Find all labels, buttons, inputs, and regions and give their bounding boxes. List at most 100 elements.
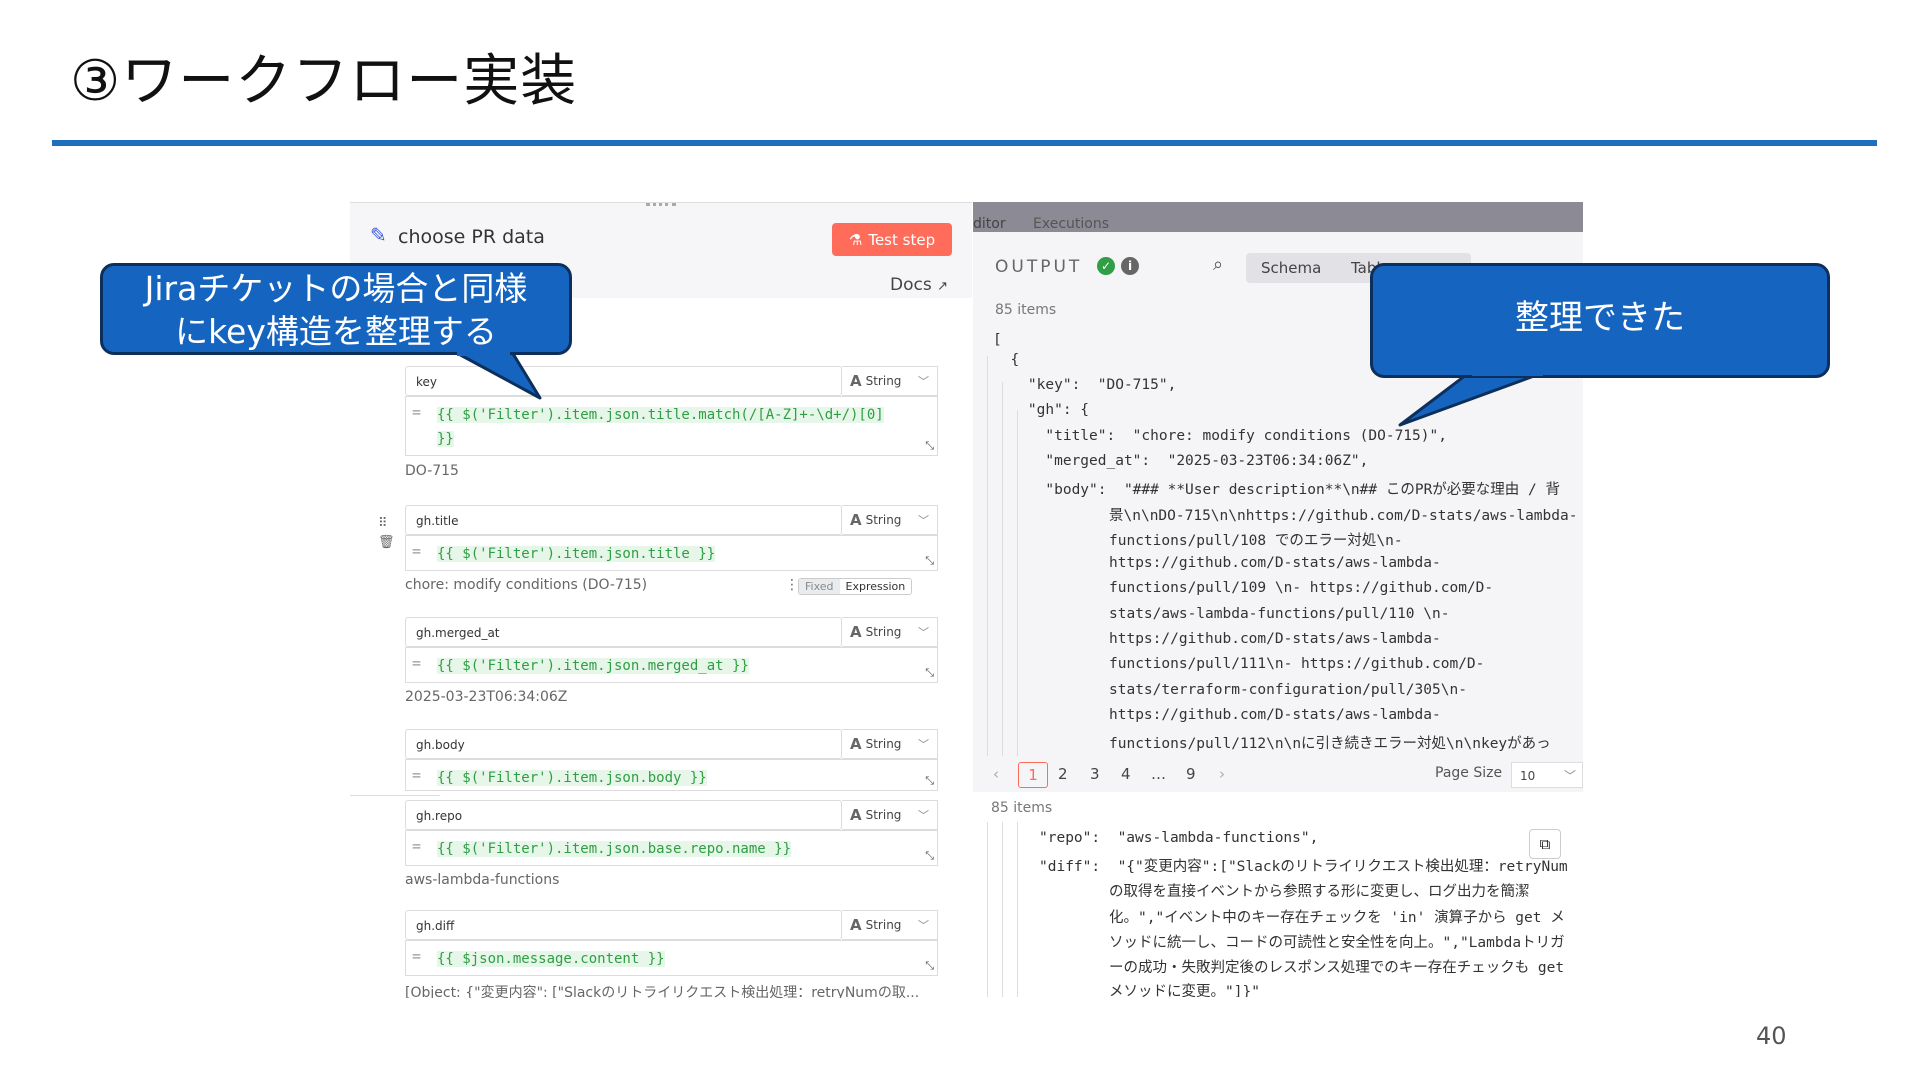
expand-icon[interactable]: ⤡ <box>925 774 934 788</box>
title-underline <box>52 140 1877 146</box>
json-line: stats/terraform-configuration/pull/305\n… <box>1109 682 1467 698</box>
string-type-icon: A <box>850 372 862 390</box>
next-page-icon[interactable]: › <box>1219 765 1225 783</box>
expression-editor[interactable]: = {{ $('Filter').item.json.title }} ⤡ <box>405 535 938 571</box>
field-name-input[interactable]: gh.diff <box>405 910 842 940</box>
node-title[interactable]: choose PR data <box>398 226 545 248</box>
fixed-mode-button[interactable]: Fixed <box>799 579 840 594</box>
string-type-icon: A <box>850 916 862 934</box>
expand-icon[interactable]: ⤡ <box>925 439 934 453</box>
copy-icon: ⧉ <box>1539 835 1551 853</box>
page-button-2[interactable]: 2 <box>1058 765 1068 783</box>
type-label: String <box>865 737 902 751</box>
type-select[interactable]: A String ﹀ <box>842 729 938 759</box>
field-name-input[interactable]: gh.merged_at <box>405 617 842 647</box>
page-button-3[interactable]: 3 <box>1090 765 1100 783</box>
type-label: String <box>865 918 902 932</box>
chevron-down-icon: ﹀ <box>918 919 929 932</box>
string-type-icon: A <box>850 511 862 529</box>
drag-handle-icon[interactable]: ⠿ <box>378 516 388 531</box>
indent-guide <box>1002 822 1003 997</box>
expression-editor[interactable]: = {{ $('Filter').item.json.title.match(/… <box>405 396 938 456</box>
info-icon[interactable]: i <box>1121 257 1139 275</box>
type-select[interactable]: A String ﹀ <box>842 366 938 396</box>
page-ellipsis[interactable]: … <box>1151 765 1166 783</box>
page-button-4[interactable]: 4 <box>1121 765 1131 783</box>
page-button-9[interactable]: 9 <box>1186 765 1196 783</box>
items-count: 85 items <box>991 800 1053 816</box>
more-options-icon[interactable]: ⋮ <box>785 577 799 593</box>
page-size-value: 10 <box>1520 769 1536 783</box>
external-link-icon: ↗ <box>937 279 949 294</box>
page-size-label: Page Size <box>1435 765 1503 781</box>
json-line: https://github.com/D-stats/aws-lambda- <box>1109 555 1441 571</box>
callout-left-seam <box>457 348 510 356</box>
json-line: "body": "### **User description**\n## この… <box>993 482 1560 498</box>
field-result: chore: modify conditions (DO-715) <box>405 577 648 593</box>
string-type-icon: A <box>850 806 862 824</box>
expand-icon[interactable]: ⤡ <box>925 554 934 568</box>
expression-code: {{ $('Filter').item.json.merged_at }} <box>437 654 749 678</box>
json-output-view: [ { "key": "DO-715", "gh": { "title": "c… <box>973 332 1583 756</box>
docs-label: Docs <box>890 275 932 295</box>
search-icon[interactable]: ⌕ <box>1213 254 1223 275</box>
json-line: functions/pull/109 \n- https://github.co… <box>1109 580 1494 596</box>
json-line: https://github.com/D-stats/aws-lambda- <box>1109 707 1441 723</box>
json-line: stats/aws-lambda-functions/pull/110 \n- <box>1109 606 1450 622</box>
page-number: 40 <box>1756 1022 1787 1050</box>
page-size-select[interactable]: 10 ﹀ <box>1511 762 1583 788</box>
expression-line: {{ $('Filter').item.json.title.match(/[A… <box>437 407 884 423</box>
chevron-down-icon: ﹀ <box>918 375 929 388</box>
callout-left-line2: にkey構造を整理する <box>175 312 497 351</box>
expand-icon[interactable]: ⤡ <box>925 849 934 863</box>
trash-icon[interactable]: 🗑 <box>378 535 395 550</box>
expression-editor[interactable]: = {{ $json.message.content }} ⤡ <box>405 940 938 976</box>
panel-drag-grip-icon[interactable] <box>646 203 676 210</box>
field-name-input[interactable]: gh.title <box>405 505 842 535</box>
chevron-down-icon: ﹀ <box>1563 769 1576 783</box>
prev-page-icon[interactable]: ‹ <box>993 765 999 783</box>
chevron-down-icon: ﹀ <box>918 514 929 527</box>
field-result: 2025-03-23T06:34:06Z <box>405 689 568 705</box>
field-name-input[interactable]: gh.repo <box>405 800 842 830</box>
success-check-icon: ✓ <box>1097 257 1115 275</box>
expression-code: {{ $('Filter').item.json.title }} <box>437 542 716 566</box>
expression-line: {{ $('Filter').item.json.base.repo.name … <box>437 841 792 857</box>
type-select[interactable]: A String ﹀ <box>842 800 938 830</box>
expression-editor[interactable]: = {{ $('Filter').item.json.body }} ⤡ <box>405 759 938 791</box>
field-result: DO-715 <box>405 463 459 479</box>
field-result: [Object: {"変更内容": ["Slackのリトライリクエスト検出処理：… <box>405 985 920 998</box>
type-select[interactable]: A String ﹀ <box>842 505 938 535</box>
json-line: の取得を直接イベントから参照する形に変更し、ログ出力を簡潔 <box>1109 884 1530 900</box>
expression-mode-button[interactable]: Expression <box>839 579 912 594</box>
expression-editor[interactable]: = {{ $('Filter').item.json.base.repo.nam… <box>405 830 938 866</box>
json-line: 化。","イベント中のキー存在チェックを 'in' 演算子から get メ <box>1109 910 1565 926</box>
type-select[interactable]: A String ﹀ <box>842 617 938 647</box>
type-select[interactable]: A String ﹀ <box>842 910 938 940</box>
expression-line: {{ $('Filter').item.json.title }} <box>437 546 716 562</box>
tab-editor[interactable]: ditor <box>973 216 1006 232</box>
type-label: String <box>865 808 902 822</box>
page-button-1[interactable]: 1 <box>1018 762 1048 788</box>
pencil-icon[interactable]: ✎ <box>370 223 387 247</box>
expression-line: }} <box>437 431 454 447</box>
indent-guide <box>987 356 988 756</box>
test-step-button[interactable]: ⚗ Test step <box>832 223 952 256</box>
expression-code: {{ $('Filter').item.json.title.match(/[A… <box>437 403 884 451</box>
view-tab-schema[interactable]: Schema <box>1261 259 1321 277</box>
field-name-input[interactable]: gh.body <box>405 729 842 759</box>
expand-icon[interactable]: ⤡ <box>925 666 934 680</box>
json-line: functions/pull/108 でのエラー対処\n- <box>1109 533 1403 549</box>
json-line: functions/pull/112\n\nに引き続きエラー対処\n\nkeyが… <box>1109 736 1551 752</box>
fixed-expression-toggle[interactable]: Fixed Expression <box>798 578 913 595</box>
json-line: "key": "DO-715", <box>993 377 1177 393</box>
expand-icon[interactable]: ⤡ <box>925 959 934 973</box>
flask-icon: ⚗ <box>848 230 863 249</box>
output-lower-view: 85 items ⧉ "repo": "aws-lambda-functions… <box>973 792 1583 997</box>
tab-executions[interactable]: Executions <box>1033 216 1109 232</box>
field-name-input[interactable]: key <box>405 366 842 396</box>
expression-editor[interactable]: = {{ $('Filter').item.json.merged_at }} … <box>405 647 938 683</box>
json-line: "title": "chore: modify conditions (DO-7… <box>993 428 1447 444</box>
type-label: String <box>865 374 902 388</box>
docs-link[interactable]: Docs ↗ <box>890 275 948 295</box>
